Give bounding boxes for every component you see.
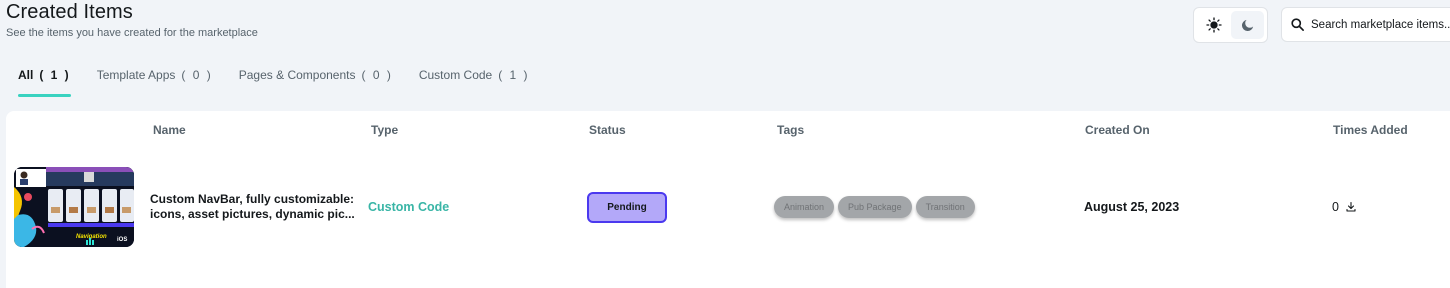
- column-header-name: Name: [153, 123, 186, 137]
- created-items-page: Created Items See the items you have cre…: [0, 0, 1450, 288]
- items-table: Name Type Status Tags Created On Times A…: [6, 111, 1450, 288]
- tab-count: ( 1 ): [498, 68, 530, 82]
- search-input[interactable]: [1311, 18, 1450, 31]
- tab-pages-components[interactable]: Pages & Components ( 0 ): [239, 68, 393, 98]
- download-icon: [1346, 201, 1356, 212]
- tab-label: Custom Code: [418, 68, 493, 82]
- page-subtitle: See the items you have created for the m…: [6, 27, 258, 39]
- dark-mode-button[interactable]: [1230, 11, 1264, 39]
- status-badge: Pending: [587, 192, 667, 223]
- item-name-line: Custom NavBar, fully customizable:: [150, 192, 355, 206]
- thumbnail-caption: Navigation: [76, 234, 107, 240]
- theme-toggle: [1193, 7, 1268, 43]
- column-header-times-added: Times Added: [1333, 123, 1408, 137]
- tab-label: Template Apps: [96, 68, 176, 82]
- tab-label: Pages & Components: [238, 68, 356, 82]
- item-name[interactable]: Custom NavBar, fully customizable: icons…: [150, 192, 362, 222]
- column-header-status: Status: [589, 123, 626, 137]
- tag-chip: Transition: [915, 196, 975, 218]
- tab-label: All: [18, 68, 34, 82]
- column-header-created-on: Created On: [1085, 123, 1150, 137]
- moon-icon: [1241, 19, 1253, 31]
- tab-bar: All ( 1 ) Template Apps ( 0 ) Pages & Comp…: [18, 68, 556, 98]
- tag-chip: Pub Package: [838, 196, 912, 218]
- search-box: [1281, 7, 1450, 42]
- search-icon: [1291, 18, 1304, 31]
- tab-all[interactable]: All ( 1 ): [18, 68, 71, 98]
- times-added: 0: [1332, 200, 1357, 214]
- thumbnail-platform-label: iOS: [117, 237, 127, 243]
- tab-count: ( 1 ): [39, 68, 71, 82]
- created-on-date: August 25, 2023: [1084, 200, 1180, 214]
- table-row[interactable]: Navigation iOS Custom NavBar, fully cust…: [6, 165, 1450, 249]
- item-type: Custom Code: [368, 200, 450, 214]
- item-thumbnail: Navigation iOS: [14, 167, 134, 247]
- page-title: Created Items: [6, 1, 133, 23]
- column-header-type: Type: [371, 123, 399, 137]
- times-added-count: 0: [1332, 200, 1339, 214]
- light-mode-button[interactable]: [1197, 11, 1231, 39]
- tab-template-apps[interactable]: Template Apps ( 0 ): [97, 68, 213, 98]
- tab-count: ( 0 ): [361, 68, 393, 82]
- sun-icon: [1206, 17, 1222, 33]
- column-header-tags: Tags: [777, 123, 805, 137]
- tag-list: Animation Pub Package Transition: [774, 196, 979, 218]
- item-name-line: icons, asset pictures, dynamic pic...: [150, 207, 355, 221]
- tab-count: ( 0 ): [181, 68, 213, 82]
- tab-custom-code[interactable]: Custom Code ( 1 ): [419, 68, 530, 98]
- tag-chip: Animation: [774, 196, 835, 218]
